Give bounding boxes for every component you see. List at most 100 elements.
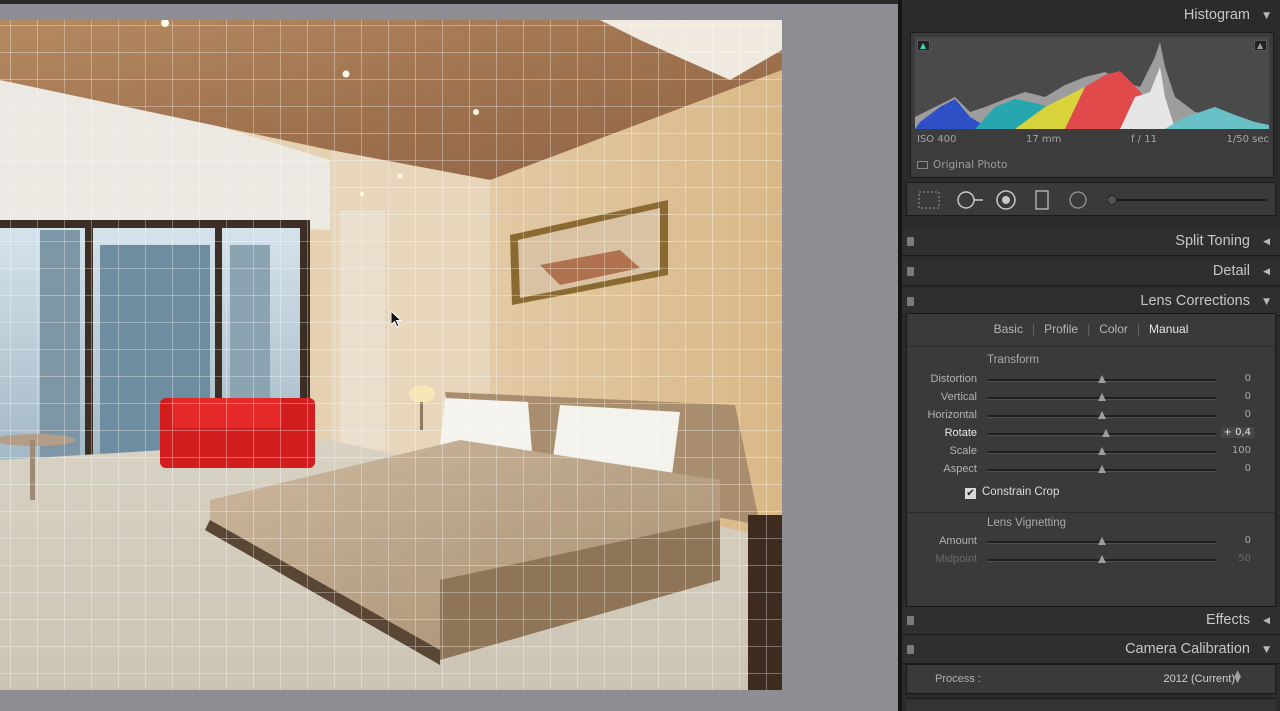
slider-knob[interactable] <box>1097 393 1106 401</box>
transform-title: Transform <box>987 354 1039 366</box>
slider-label: Distortion <box>930 373 977 385</box>
slider-label: Amount <box>939 535 977 547</box>
crop-overlay-icon[interactable] <box>917 190 941 213</box>
slider-value[interactable]: 50 <box>1238 553 1251 564</box>
slider-value[interactable]: 0 <box>1245 409 1251 420</box>
slider-value[interactable]: 100 <box>1232 445 1251 456</box>
checkmark-icon[interactable]: ✔ <box>965 488 976 499</box>
camera-calibration-title: Camera Calibration <box>1125 641 1250 657</box>
effects-title: Effects <box>1205 612 1250 628</box>
expand-left-icon[interactable]: ◀ <box>1263 616 1270 626</box>
tab-profile[interactable]: Profile <box>1035 322 1087 336</box>
collapse-down-icon[interactable]: ▼ <box>1263 297 1270 307</box>
slider-distortion[interactable]: Distortion 0 <box>907 372 1275 388</box>
highlight-clipping-indicator[interactable]: ▲ <box>1254 40 1267 51</box>
slider-label: Midpoint <box>935 553 977 565</box>
expand-left-icon[interactable]: ◀ <box>1263 267 1270 277</box>
panel-toggle-switch[interactable] <box>907 297 914 306</box>
slider-value[interactable]: 0 <box>1245 535 1251 546</box>
aperture-value: f / 11 <box>1130 134 1157 145</box>
slider-value[interactable]: + 0,4 <box>1220 427 1254 438</box>
histogram-box: ▲ ▲ ISO 400 17 mm f / 11 1/50 sec Origin… <box>910 32 1274 178</box>
slider-label: Horizontal <box>927 409 977 421</box>
red-eye-icon[interactable] <box>995 190 1017 213</box>
slider-knob[interactable] <box>1097 375 1106 383</box>
panel-toggle-switch[interactable] <box>907 645 914 654</box>
slider-midpoint[interactable]: Midpoint 50 <box>907 552 1275 568</box>
focal-length-value: 17 mm <box>1026 134 1062 145</box>
brush-slider-track[interactable] <box>1112 199 1267 201</box>
slider-label: Scale <box>949 445 977 457</box>
mouse-cursor-icon <box>390 309 403 332</box>
slider-value[interactable]: 0 <box>1245 373 1251 384</box>
histogram-graph[interactable] <box>915 37 1269 129</box>
histogram-panel: ▲ ▲ ISO 400 17 mm f / 11 1/50 sec Origin… <box>902 32 1280 178</box>
slider-knob[interactable] <box>1097 447 1106 455</box>
tool-strip <box>906 182 1276 216</box>
collapse-down-icon[interactable]: ▼ <box>1263 645 1270 655</box>
slider-value[interactable]: 0 <box>1245 463 1251 474</box>
panel-toggle-switch[interactable] <box>907 267 914 276</box>
slider-knob[interactable] <box>1097 537 1106 545</box>
graduated-filter-icon[interactable] <box>1033 190 1051 213</box>
section-divider <box>907 512 1275 513</box>
radial-filter-icon[interactable] <box>1067 190 1089 213</box>
slider-amount[interactable]: Amount 0 <box>907 534 1275 550</box>
detail-header[interactable]: Detail ◀ <box>902 258 1280 286</box>
tab-manual[interactable]: Manual <box>1140 322 1197 336</box>
tab-color[interactable]: Color <box>1090 322 1137 336</box>
histogram-header[interactable]: Histogram ▼ <box>902 2 1280 30</box>
lens-corrections-body: Basic | Profile | Color | Manual Transform Dis… <box>906 313 1276 607</box>
panel-bottom-strip <box>906 698 1276 711</box>
slider-knob[interactable] <box>1097 555 1106 563</box>
slider-label: Aspect <box>943 463 977 475</box>
exif-info: ISO 400 17 mm f / 11 1/50 sec <box>917 134 1269 145</box>
slider-knob[interactable] <box>1097 411 1106 419</box>
panel-toggle-switch[interactable] <box>907 237 914 246</box>
updown-arrows-icon[interactable]: ▲ ▼ <box>1234 670 1241 685</box>
slider-label: Rotate <box>944 427 977 439</box>
split-toning-title: Split Toning <box>1175 233 1250 249</box>
photo-viewer[interactable] <box>0 0 898 711</box>
slider-vertical[interactable]: Vertical 0 <box>907 390 1275 406</box>
detail-title: Detail <box>1212 263 1250 279</box>
original-photo-label: Original Photo <box>933 159 1008 171</box>
slider-knob[interactable] <box>1102 429 1111 437</box>
lens-corrections-title: Lens Corrections <box>1140 293 1250 309</box>
bedroom-photo <box>0 20 782 690</box>
viewer-top-border <box>0 0 898 4</box>
constrain-crop-checkbox[interactable]: ✔ Constrain Crop <box>965 486 1059 499</box>
lens-vignetting-title: Lens Vignetting <box>987 517 1067 529</box>
camera-calibration-body: Process : 2012 (Current) ▲ ▼ <box>906 664 1276 694</box>
slider-horizontal[interactable]: Horizontal 0 <box>907 408 1275 424</box>
shutter-value: 1/50 sec <box>1226 134 1270 145</box>
brush-slider-knob[interactable] <box>1107 195 1117 205</box>
process-label: Process : <box>935 673 981 685</box>
shadow-clipping-indicator[interactable]: ▲ <box>917 40 930 51</box>
iso-value: ISO 400 <box>917 134 957 145</box>
expand-left-icon[interactable]: ◀ <box>1263 237 1270 247</box>
original-photo-toggle[interactable]: Original Photo <box>917 159 1007 171</box>
tabs-divider <box>907 346 1275 347</box>
histogram-title: Histogram <box>1183 7 1250 23</box>
slider-label: Vertical <box>940 391 977 403</box>
spot-removal-icon[interactable] <box>955 190 985 213</box>
camera-calibration-header[interactable]: Camera Calibration ▼ <box>902 636 1280 664</box>
slider-aspect[interactable]: Aspect 0 <box>907 462 1275 478</box>
split-toning-header[interactable]: Split Toning ◀ <box>902 228 1280 256</box>
lens-tabs: Basic | Profile | Color | Manual <box>907 322 1275 336</box>
collapse-down-icon[interactable]: ▼ <box>1263 11 1270 21</box>
panel-toggle-switch[interactable] <box>907 616 914 625</box>
slider-value[interactable]: 0 <box>1245 391 1251 402</box>
effects-header[interactable]: Effects ◀ <box>902 607 1280 635</box>
photo-canvas[interactable] <box>0 20 782 690</box>
tab-basic[interactable]: Basic <box>985 322 1032 336</box>
constrain-crop-label: Constrain Crop <box>982 486 1060 498</box>
lens-corrections-header[interactable]: Lens Corrections ▼ <box>902 288 1280 316</box>
slider-rotate[interactable]: Rotate + 0,4 <box>907 426 1275 442</box>
process-select[interactable]: 2012 (Current) <box>1163 673 1235 685</box>
develop-right-panel: Histogram ▼ ▲ ▲ ISO 400 17 mm f / 11 1/5… <box>902 0 1280 711</box>
slider-knob[interactable] <box>1097 465 1106 473</box>
checkbox-icon[interactable] <box>917 161 928 169</box>
slider-scale[interactable]: Scale 100 <box>907 444 1275 460</box>
